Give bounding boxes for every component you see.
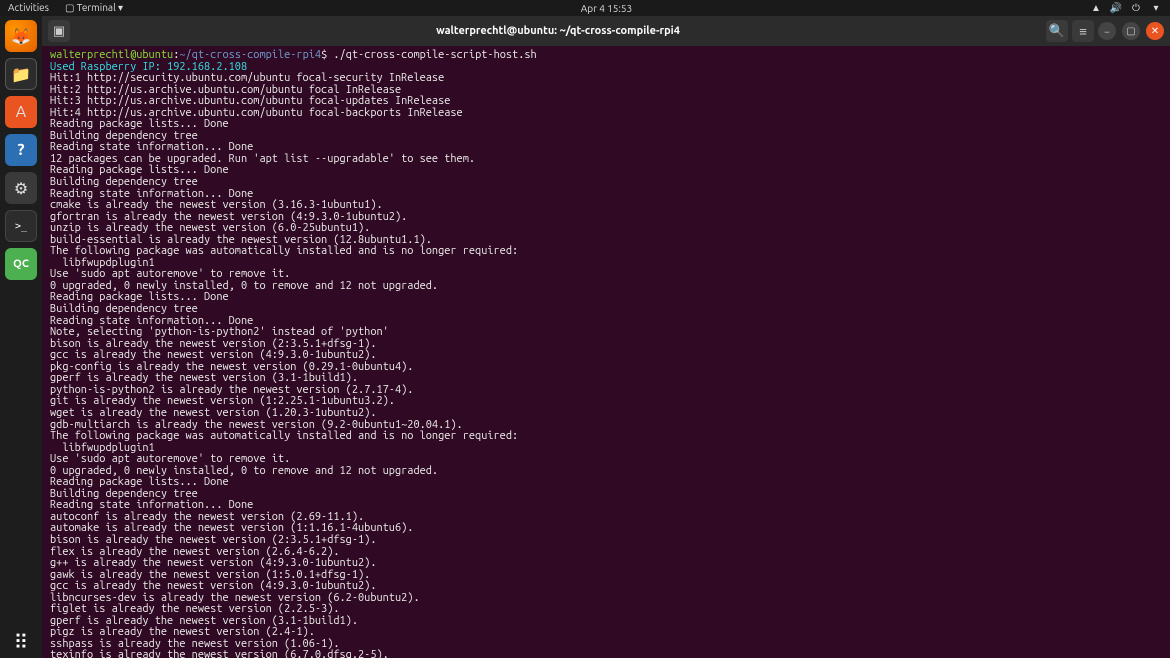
raspberry-ip-line: Used Raspberry IP: 192.168.2.108 (50, 61, 247, 73)
qtcreator-icon[interactable]: QC (5, 248, 37, 280)
terminal-output[interactable]: walterprechtl@ubuntu:~/qt-cross-compile-… (42, 46, 1170, 658)
software-icon[interactable]: A (5, 96, 37, 128)
apps-grid-icon[interactable]: ⠿ (5, 626, 37, 658)
window-title: walterprechtl@ubuntu: ~/qt-cross-compile… (74, 25, 1042, 37)
minimize-button[interactable]: − (1098, 22, 1116, 40)
maximize-button[interactable]: ▢ (1122, 22, 1140, 40)
prompt-path: ~/qt-cross-compile-rpi4 (179, 49, 321, 61)
files-icon[interactable]: 📁 (5, 58, 37, 90)
clock[interactable]: Apr 4 15:53 (123, 3, 1090, 14)
new-tab-button[interactable]: ▣ (48, 20, 70, 42)
command: ./qt-cross-compile-script-host.sh (333, 49, 536, 61)
settings-icon[interactable]: ⚙ (5, 172, 37, 204)
hamburger-menu[interactable]: ≡ (1072, 20, 1094, 42)
network-icon[interactable]: ▲ (1090, 2, 1102, 14)
dock: 🦊 📁 A ? ⚙ QC ⠿ (0, 16, 42, 658)
volume-icon[interactable]: 🔊 (1110, 2, 1122, 14)
search-button[interactable]: 🔍 (1046, 20, 1068, 42)
prompt-user: walterprechtl@ubuntu (50, 49, 173, 61)
chevron-down-icon[interactable]: ▾ (1150, 2, 1162, 14)
activities-button[interactable]: Activities (8, 2, 49, 14)
terminal-menu[interactable]: ▢ Terminal ▾ (65, 2, 123, 14)
titlebar: ▣ walterprechtl@ubuntu: ~/qt-cross-compi… (42, 16, 1170, 46)
firefox-icon[interactable]: 🦊 (5, 20, 37, 52)
help-icon[interactable]: ? (5, 134, 37, 166)
power-icon[interactable]: ⏻ (1130, 2, 1142, 14)
close-button[interactable]: ✕ (1146, 22, 1164, 40)
output-lines: Hit:1 http://security.ubuntu.com/ubuntu … (50, 72, 518, 658)
terminal-dock-icon[interactable] (5, 210, 37, 242)
